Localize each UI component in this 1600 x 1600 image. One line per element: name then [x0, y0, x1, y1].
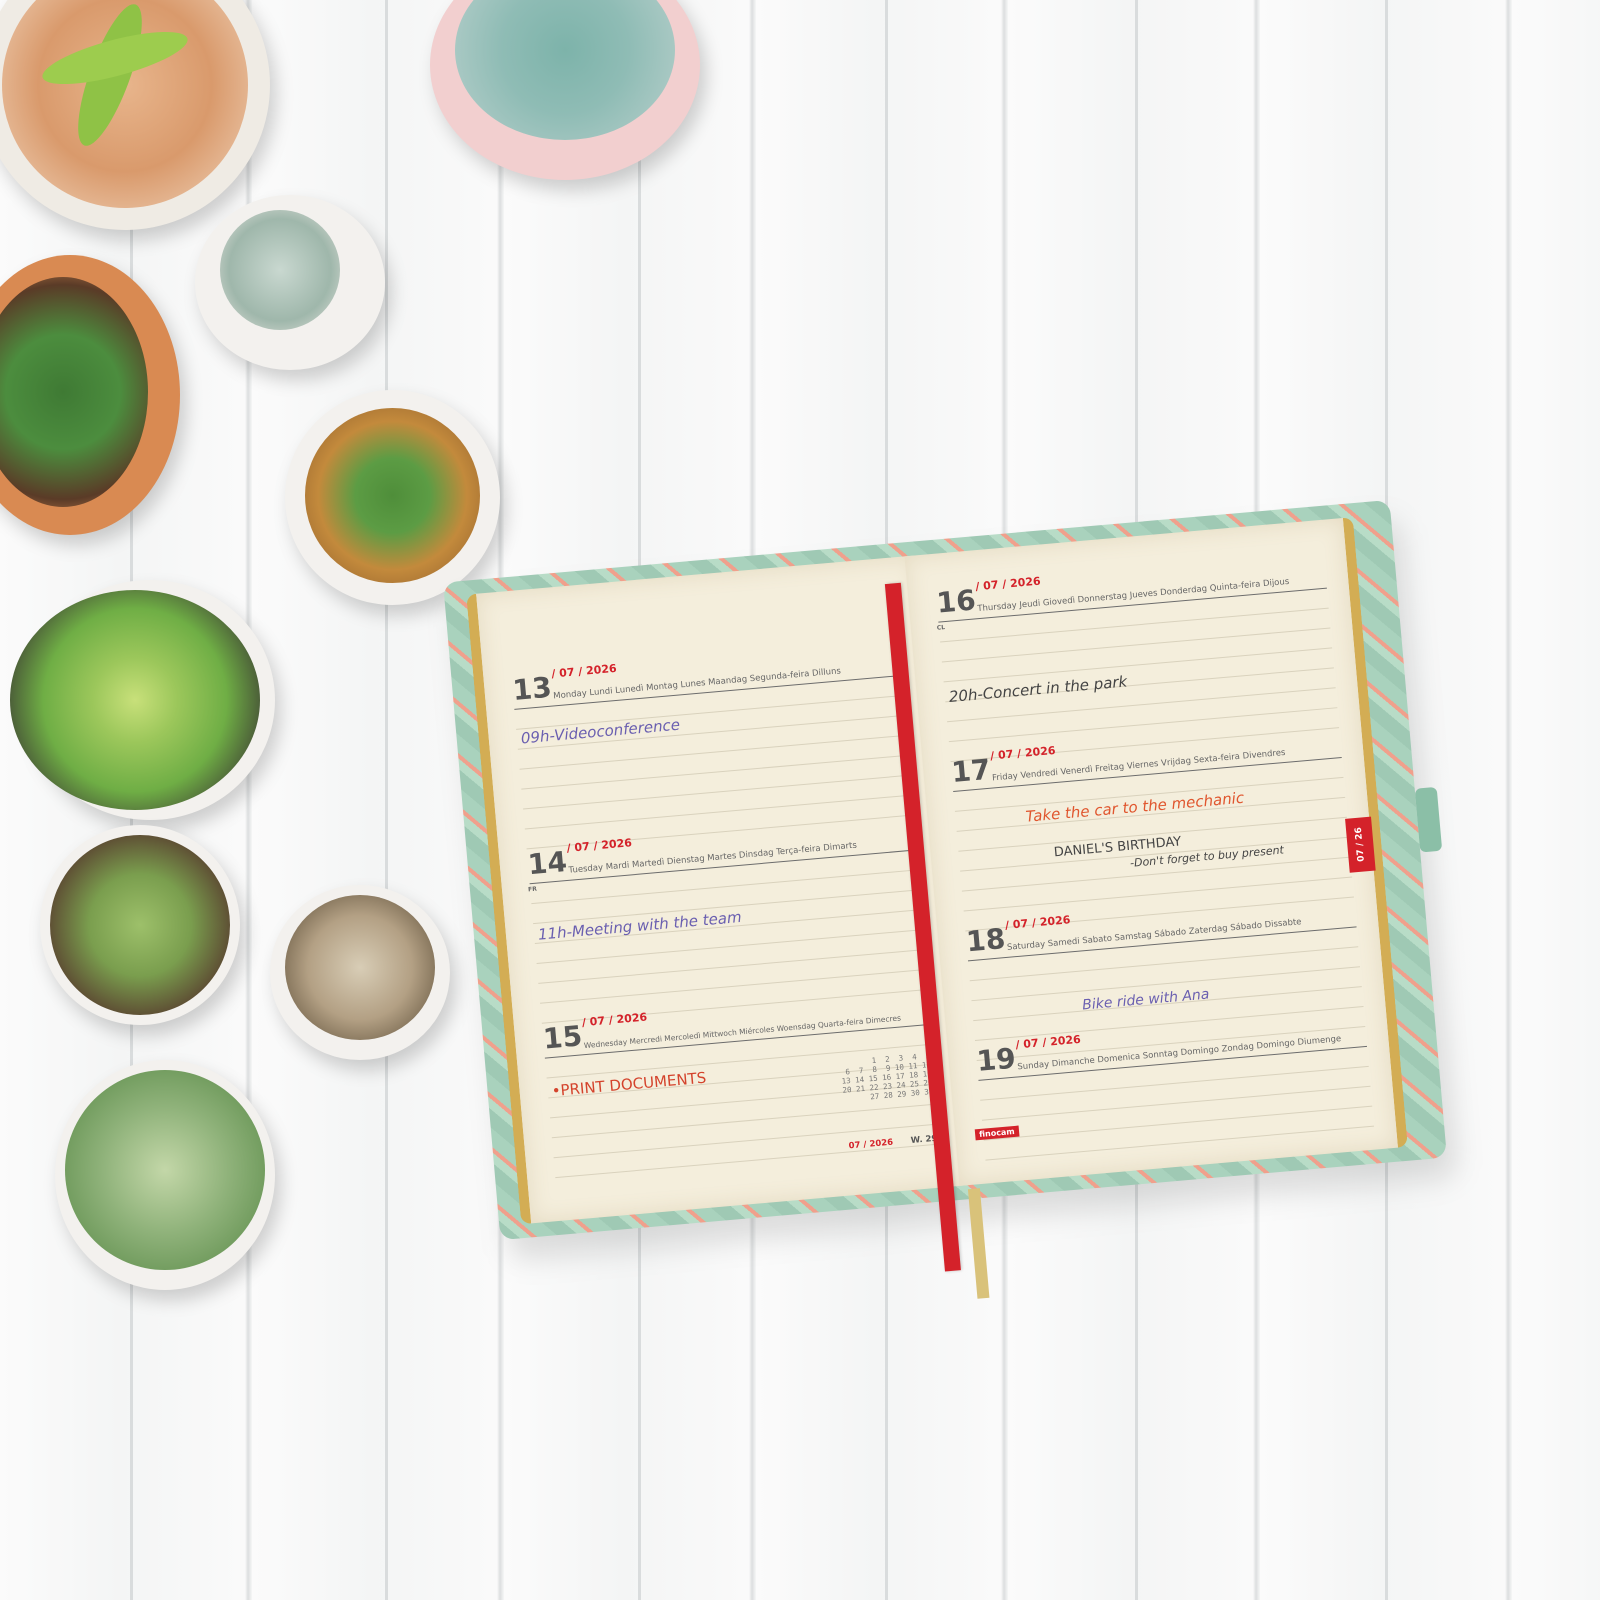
day-date: / 07 / 2026: [974, 574, 1042, 594]
day-number: 14: [526, 844, 569, 882]
month-tab[interactable]: 07 / 26: [1345, 816, 1376, 873]
right-page: 16 / 07 / 2026 Thursday Jeudi Giovedì Do…: [904, 517, 1408, 1186]
pot-sedum: [40, 825, 240, 1025]
cl-mark: CL: [936, 624, 946, 632]
day-number: 19: [975, 1041, 1018, 1078]
day-number: 15: [541, 1019, 584, 1056]
day-number: 17: [950, 752, 992, 789]
open-planner: 13 / 07 / 2026 Monday Lundi Lunedì Monta…: [443, 499, 1447, 1299]
fr-mark: FR: [527, 885, 538, 894]
pot-fuzzy-succulent: [55, 1060, 275, 1290]
plank-seam: [385, 0, 388, 1600]
day-number: 13: [511, 670, 553, 707]
mini-calendar: 1 2 3 4 5 6 7 8 9 10 11 12 13 14 15 16 1…: [841, 1051, 933, 1102]
pot-echeveria: [10, 580, 275, 820]
day-number: 16: [935, 583, 977, 620]
day-date: / 07 / 2026: [550, 661, 618, 681]
pot-gravel-haworthia: [285, 390, 500, 605]
pot-small-cactus: [195, 195, 385, 370]
pot-round-cactus: [270, 885, 450, 1060]
day-number: 18: [964, 922, 1007, 959]
